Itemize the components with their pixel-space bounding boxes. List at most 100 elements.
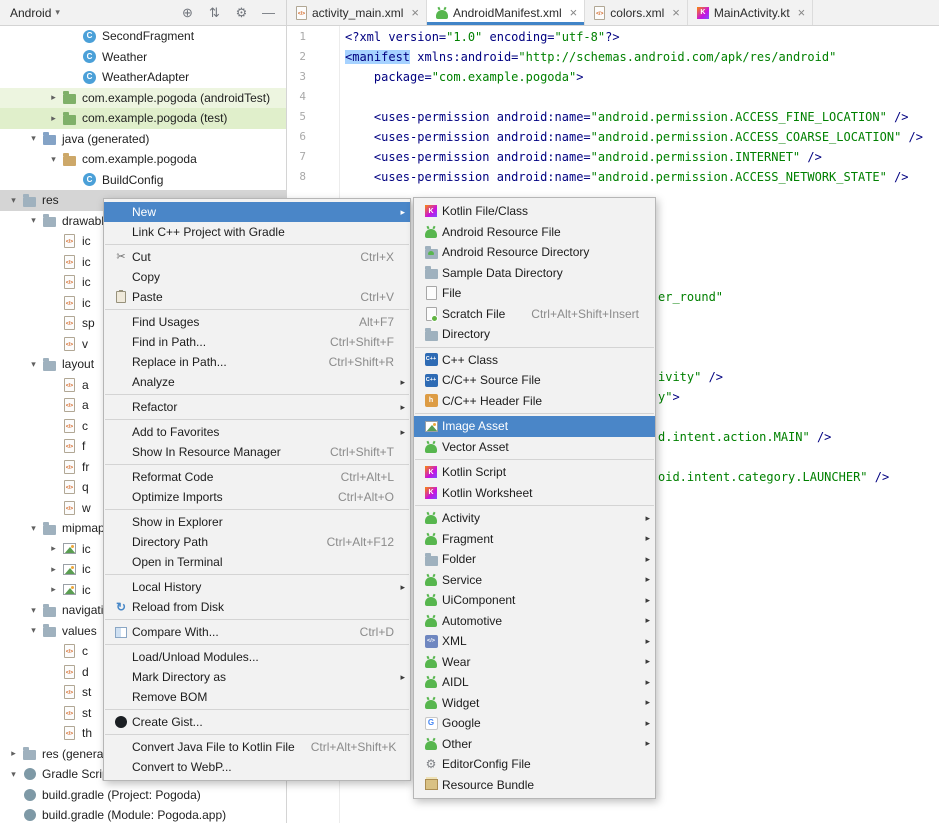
tree-row-build-gradle-module-pogoda-app[interactable]: build.gradle (Module: Pogoda.app) xyxy=(0,805,286,823)
menu-item-activity[interactable]: Activity▸ xyxy=(414,508,655,529)
menu-item-kotlin-file-class[interactable]: KKotlin File/Class xyxy=(414,201,655,222)
menu-item-automotive[interactable]: Automotive▸ xyxy=(414,611,655,632)
menu-item-c-class[interactable]: C++C++ Class xyxy=(414,350,655,371)
code-area[interactable]: <?xml version="1.0" encoding="utf-8"?><m… xyxy=(345,27,923,187)
menu-item-analyze[interactable]: Analyze▸ xyxy=(104,372,410,392)
menu-item-local-history[interactable]: Local History▸ xyxy=(104,577,410,597)
close-icon[interactable]: × xyxy=(570,6,578,19)
close-icon[interactable]: × xyxy=(411,6,419,19)
tree-right-arrow-icon[interactable]: ▸ xyxy=(46,543,61,554)
tab-mainactivity-kt[interactable]: KMainActivity.kt× xyxy=(688,0,813,25)
menu-item-resource-bundle[interactable]: Resource Bundle xyxy=(414,775,655,796)
menu-item-directory-path[interactable]: Directory PathCtrl+Alt+F12 xyxy=(104,532,410,552)
tree-row-weatheradapter[interactable]: CWeatherAdapter xyxy=(0,67,286,88)
tree-row-buildconfig[interactable]: CBuildConfig xyxy=(0,170,286,191)
menu-item-icon-box xyxy=(420,656,442,668)
menu-item-replace-in-path[interactable]: Replace in Path...Ctrl+Shift+R xyxy=(104,352,410,372)
menu-item-editorconfig-file[interactable]: ⚙EditorConfig File xyxy=(414,754,655,775)
menu-item-service[interactable]: Service▸ xyxy=(414,570,655,591)
menu-item-kotlin-script[interactable]: KKotlin Script xyxy=(414,462,655,483)
menu-item-reformat-code[interactable]: Reformat CodeCtrl+Alt+L xyxy=(104,467,410,487)
tab-colors-xml[interactable]: colors.xml× xyxy=(585,0,688,25)
menu-item-find-in-path[interactable]: Find in Path...Ctrl+Shift+F xyxy=(104,332,410,352)
menu-item-widget[interactable]: Widget▸ xyxy=(414,693,655,714)
view-options-icon[interactable]: ⇅ xyxy=(207,6,222,19)
menu-item-c-c-source-file[interactable]: C++C/C++ Source File xyxy=(414,370,655,391)
menu-item-convert-java-file-to-kotlin-file[interactable]: Convert Java File to Kotlin FileCtrl+Alt… xyxy=(104,737,410,757)
code-token: > xyxy=(576,70,583,84)
tab-androidmanifest-xml[interactable]: AndroidManifest.xml× xyxy=(427,0,585,25)
menu-item-c-c-header-file[interactable]: hC/C++ Header File xyxy=(414,391,655,412)
tree-down-arrow-icon[interactable]: ▾ xyxy=(46,154,61,165)
menu-item-sample-data-directory[interactable]: Sample Data Directory xyxy=(414,263,655,284)
menu-item-paste[interactable]: PasteCtrl+V xyxy=(104,287,410,307)
tree-row-build-gradle-project-pogoda[interactable]: build.gradle (Project: Pogoda) xyxy=(0,785,286,806)
menu-item-open-in-terminal[interactable]: Open in Terminal xyxy=(104,552,410,572)
tree-right-arrow-icon[interactable]: ▸ xyxy=(46,564,61,575)
menu-item-mark-directory-as[interactable]: Mark Directory as▸ xyxy=(104,667,410,687)
hide-panel-icon[interactable]: — xyxy=(261,6,276,19)
tree-row-secondfragment[interactable]: CSecondFragment xyxy=(0,26,286,47)
menu-item-fragment[interactable]: Fragment▸ xyxy=(414,529,655,550)
tree-right-arrow-icon[interactable]: ▸ xyxy=(46,92,61,103)
tree-down-arrow-icon[interactable]: ▾ xyxy=(26,605,41,616)
tree-right-arrow-icon[interactable]: ▸ xyxy=(6,748,21,759)
menu-item-remove-bom[interactable]: Remove BOM xyxy=(104,687,410,707)
settings-gear-icon[interactable]: ⚙ xyxy=(234,6,249,19)
menu-item-wear[interactable]: Wear▸ xyxy=(414,652,655,673)
tree-down-arrow-icon[interactable]: ▾ xyxy=(6,769,21,780)
menu-item-scratch-file[interactable]: Scratch FileCtrl+Alt+Shift+Insert xyxy=(414,304,655,325)
tree-down-arrow-icon[interactable]: ▾ xyxy=(26,133,41,144)
menu-item-file[interactable]: File xyxy=(414,283,655,304)
tree-down-arrow-icon[interactable]: ▾ xyxy=(26,359,41,370)
tree-item-label: st xyxy=(82,685,91,699)
menu-item-compare-with[interactable]: Compare With...Ctrl+D xyxy=(104,622,410,642)
tree-row-com-example-pogoda[interactable]: ▾com.example.pogoda xyxy=(0,149,286,170)
menu-item-load-unload-modules[interactable]: Load/Unload Modules... xyxy=(104,647,410,667)
menu-item-uicomponent[interactable]: UiComponent▸ xyxy=(414,590,655,611)
menu-item-image-asset[interactable]: Image Asset xyxy=(414,416,655,437)
menu-item-cut[interactable]: ✂CutCtrl+X xyxy=(104,247,410,267)
menu-item-convert-to-webp[interactable]: Convert to WebP... xyxy=(104,757,410,777)
tree-down-arrow-icon[interactable]: ▾ xyxy=(26,523,41,534)
menu-item-reload-from-disk[interactable]: ↻Reload from Disk xyxy=(104,597,410,617)
menu-separator xyxy=(105,709,409,710)
menu-item-create-gist[interactable]: Create Gist... xyxy=(104,712,410,732)
tree-right-arrow-icon[interactable]: ▸ xyxy=(46,584,61,595)
menu-item-show-in-resource-manager[interactable]: Show In Resource ManagerCtrl+Shift+T xyxy=(104,442,410,462)
menu-item-android-resource-directory[interactable]: Android Resource Directory xyxy=(414,242,655,263)
close-icon[interactable]: × xyxy=(672,6,680,19)
menu-item-refactor[interactable]: Refactor▸ xyxy=(104,397,410,417)
menu-item-icon-box: C++ xyxy=(420,353,442,366)
close-icon[interactable]: × xyxy=(798,6,806,19)
menu-item-find-usages[interactable]: Find UsagesAlt+F7 xyxy=(104,312,410,332)
menu-item-folder[interactable]: Folder▸ xyxy=(414,549,655,570)
tab-activity-main-xml[interactable]: activity_main.xml× xyxy=(287,0,427,25)
tree-down-arrow-icon[interactable]: ▾ xyxy=(26,215,41,226)
menu-item-new[interactable]: New▸ xyxy=(104,202,410,222)
tree-row-java-generated[interactable]: ▾java (generated) xyxy=(0,129,286,150)
tree-row-com-example-pogoda-test[interactable]: ▸com.example.pogoda (test) xyxy=(0,108,286,129)
tree-right-arrow-icon[interactable]: ▸ xyxy=(46,113,61,124)
menu-item-optimize-imports[interactable]: Optimize ImportsCtrl+Alt+O xyxy=(104,487,410,507)
menu-item-google[interactable]: GGoogle▸ xyxy=(414,713,655,734)
menu-item-add-to-favorites[interactable]: Add to Favorites▸ xyxy=(104,422,410,442)
locate-file-icon[interactable]: ⊕ xyxy=(180,6,195,19)
menu-item-aidl[interactable]: AIDL▸ xyxy=(414,672,655,693)
tree-row-com-example-pogoda-androidtest[interactable]: ▸ com.example.pogoda (androidTest) xyxy=(0,88,286,109)
tree-item-label: com.example.pogoda (androidTest) xyxy=(82,91,270,105)
menu-item-show-in-explorer[interactable]: Show in Explorer xyxy=(104,512,410,532)
menu-item-other[interactable]: Other▸ xyxy=(414,734,655,755)
menu-item-directory[interactable]: Directory xyxy=(414,324,655,345)
project-view-selector[interactable]: Android xyxy=(10,6,51,20)
menu-item-link-c-project-with-gradle[interactable]: Link C++ Project with Gradle xyxy=(104,222,410,242)
menu-item-copy[interactable]: Copy xyxy=(104,267,410,287)
tree-down-arrow-icon[interactable]: ▾ xyxy=(26,625,41,636)
menu-item-android-resource-file[interactable]: Android Resource File xyxy=(414,222,655,243)
tree-down-arrow-icon[interactable]: ▾ xyxy=(6,195,21,206)
menu-item-kotlin-worksheet[interactable]: KKotlin Worksheet xyxy=(414,483,655,504)
menu-item-vector-asset[interactable]: Vector Asset xyxy=(414,437,655,458)
menu-item-xml[interactable]: </>XML▸ xyxy=(414,631,655,652)
menu-item-label: Folder xyxy=(442,552,476,566)
tree-row-weather[interactable]: CWeather xyxy=(0,47,286,68)
